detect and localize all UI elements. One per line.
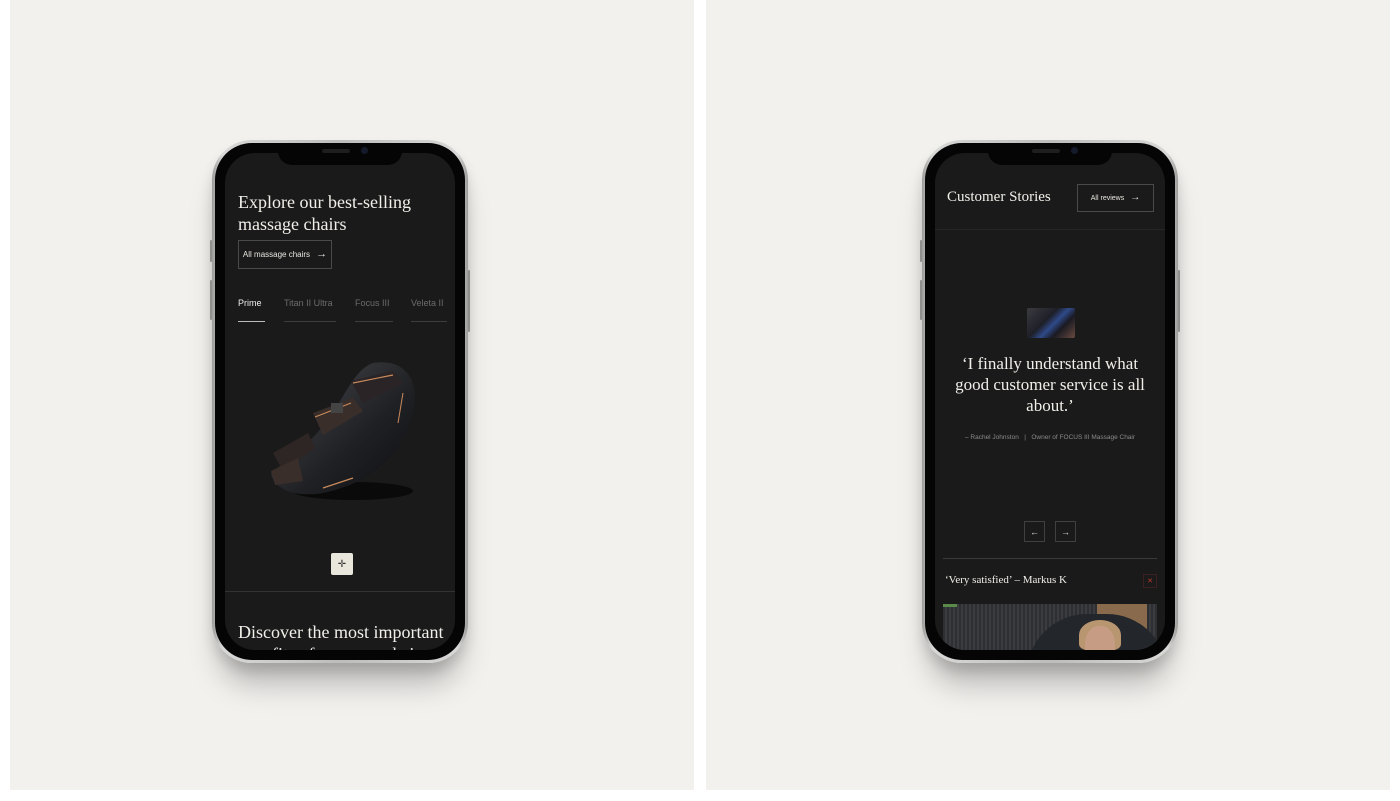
- section-title: Explore our best-selling massage chairs: [238, 192, 411, 234]
- camera-icon: [361, 147, 368, 154]
- attribution-separator: |: [1024, 434, 1026, 441]
- phone-notch: [988, 143, 1112, 165]
- massage-chair-image: [271, 362, 415, 500]
- tab-veleta-ii[interactable]: Veleta II: [411, 298, 447, 322]
- section-title: Customer Stories: [947, 189, 1051, 205]
- tab-focus-iii[interactable]: Focus III: [355, 298, 393, 322]
- hotspot-button[interactable]: ✛: [331, 553, 353, 575]
- header-divider: [935, 229, 1165, 230]
- testimonial-thumbnail: [1027, 308, 1075, 338]
- phone-mockup-stories: Customer Stories All reviews → ‘I finall…: [920, 140, 1180, 663]
- review-divider: [943, 558, 1157, 559]
- testimonial-attribution: – Rachel Johnston | Owner of FOCUS III M…: [935, 434, 1165, 441]
- testimonial-author: – Rachel Johnston: [964, 434, 1019, 441]
- camera-icon: [1071, 147, 1078, 154]
- button-label: All reviews: [1090, 194, 1125, 202]
- image-badge: [943, 604, 957, 607]
- screen-products: Explore our best-selling massage chairs …: [225, 153, 455, 650]
- testimonial-quote: ‘I finally understand what good customer…: [955, 354, 1145, 415]
- review-title: ‘Very satisfied’ – Markus K: [945, 574, 1067, 586]
- crosshair-icon: ✛: [337, 558, 347, 570]
- button-label: All massage chairs: [242, 250, 311, 259]
- expand-button[interactable]: ✕: [1143, 574, 1157, 588]
- phone-bezel: Customer Stories All reviews → ‘I finall…: [925, 143, 1175, 660]
- speaker-grille: [1032, 149, 1060, 153]
- tab-prime[interactable]: Prime: [238, 298, 265, 322]
- review-image: [943, 604, 1165, 650]
- phone-side-button: [1178, 270, 1180, 332]
- tab-titan-ii-ultra[interactable]: Titan II Ultra: [284, 298, 336, 322]
- previous-button[interactable]: ←: [1024, 521, 1045, 542]
- product-tabs: Prime Titan II Ultra Focus III Veleta II: [238, 298, 455, 322]
- speaker-grille: [322, 149, 350, 153]
- phone-side-button: [920, 240, 922, 262]
- section-divider: [225, 591, 455, 592]
- next-section-title: Discover the most important benefits of …: [238, 622, 444, 650]
- phone-side-button: [468, 270, 470, 332]
- arrow-right-icon: →: [1130, 192, 1141, 203]
- phone-side-button: [920, 280, 922, 320]
- phone-bezel: Explore our best-selling massage chairs …: [215, 143, 465, 660]
- phone-mockup-products: Explore our best-selling massage chairs …: [210, 140, 470, 663]
- arrow-right-icon: →: [1061, 526, 1070, 537]
- screen-customer-stories: Customer Stories All reviews → ‘I finall…: [935, 153, 1165, 650]
- expand-icon: ✕: [1147, 578, 1153, 585]
- phone-side-button: [210, 240, 212, 262]
- arrow-left-icon: ←: [1030, 526, 1039, 537]
- all-reviews-button[interactable]: All reviews →: [1077, 184, 1154, 212]
- testimonial-product: Owner of FOCUS III Massage Chair: [1031, 434, 1136, 441]
- phone-side-button: [210, 280, 212, 320]
- next-button[interactable]: →: [1055, 521, 1076, 542]
- image-person-face: [1085, 626, 1115, 650]
- arrow-right-icon: →: [316, 248, 328, 260]
- all-massage-chairs-button[interactable]: All massage chairs →: [238, 240, 332, 269]
- phone-notch: [278, 143, 402, 165]
